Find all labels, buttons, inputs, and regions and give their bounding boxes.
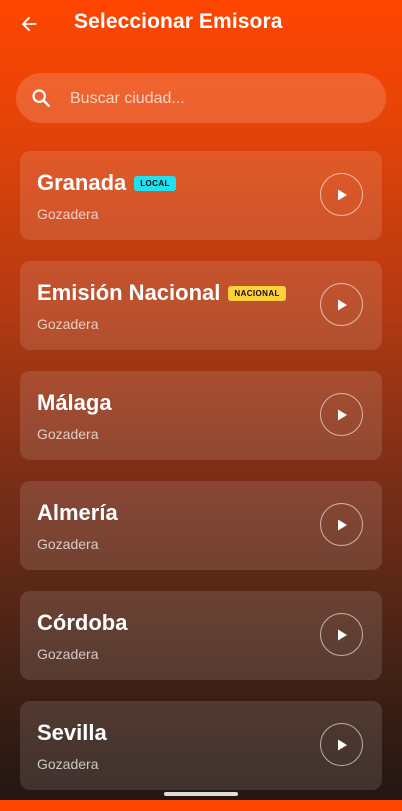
station-subtitle: Gozadera	[37, 426, 99, 442]
station-name: Córdoba	[37, 610, 128, 635]
app-header: Seleccionar Emisora	[0, 0, 402, 48]
play-button[interactable]	[320, 283, 363, 326]
play-icon	[337, 409, 347, 420]
station-name: Granada	[37, 170, 127, 195]
station-name: Málaga	[37, 390, 112, 415]
play-icon	[337, 299, 347, 310]
play-icon	[337, 629, 347, 640]
station-subtitle: Gozadera	[37, 206, 99, 222]
station-card[interactable]: Sevilla Gozadera	[20, 701, 382, 790]
station-name-row: Sevilla	[37, 720, 107, 746]
search-bar[interactable]	[16, 73, 386, 125]
play-button[interactable]	[320, 393, 363, 436]
station-name: Emisión Nacional	[37, 280, 221, 305]
play-button[interactable]	[320, 723, 363, 766]
station-name: Almería	[37, 500, 118, 525]
station-card[interactable]: Córdoba Gozadera	[20, 591, 382, 680]
nacional-badge: NACIONAL	[228, 285, 286, 301]
play-icon	[337, 519, 347, 530]
search-icon	[32, 89, 50, 107]
station-subtitle: Gozadera	[37, 536, 99, 552]
back-button[interactable]	[14, 9, 44, 39]
local-badge: LOCAL	[134, 175, 176, 191]
play-icon	[337, 739, 347, 750]
play-icon	[337, 189, 347, 200]
station-card[interactable]: Almería Gozadera	[20, 481, 382, 570]
page-title: Seleccionar Emisora	[74, 10, 283, 33]
play-button[interactable]	[320, 503, 363, 546]
search-input[interactable]	[68, 73, 372, 125]
station-name-row: Córdoba	[37, 610, 127, 636]
station-subtitle: Gozadera	[37, 646, 99, 662]
station-list: Granada LOCAL Gozadera Emisión Nacional …	[20, 151, 382, 811]
station-name-row: Almería	[37, 500, 118, 526]
station-card[interactable]: Granada LOCAL Gozadera	[20, 151, 382, 240]
station-name: Sevilla	[37, 720, 107, 745]
station-card[interactable]: Emisión Nacional NACIONAL Gozadera	[20, 261, 382, 350]
play-button[interactable]	[320, 173, 363, 216]
home-indicator[interactable]	[164, 792, 238, 796]
station-name-row: Granada LOCAL	[37, 170, 176, 196]
station-name-row: Málaga	[37, 390, 112, 416]
arrow-left-icon	[21, 16, 37, 32]
station-subtitle: Gozadera	[37, 316, 99, 332]
play-button[interactable]	[320, 613, 363, 656]
station-subtitle: Gozadera	[37, 756, 99, 772]
station-card[interactable]: Málaga Gozadera	[20, 371, 382, 460]
station-name-row: Emisión Nacional NACIONAL	[37, 280, 286, 306]
